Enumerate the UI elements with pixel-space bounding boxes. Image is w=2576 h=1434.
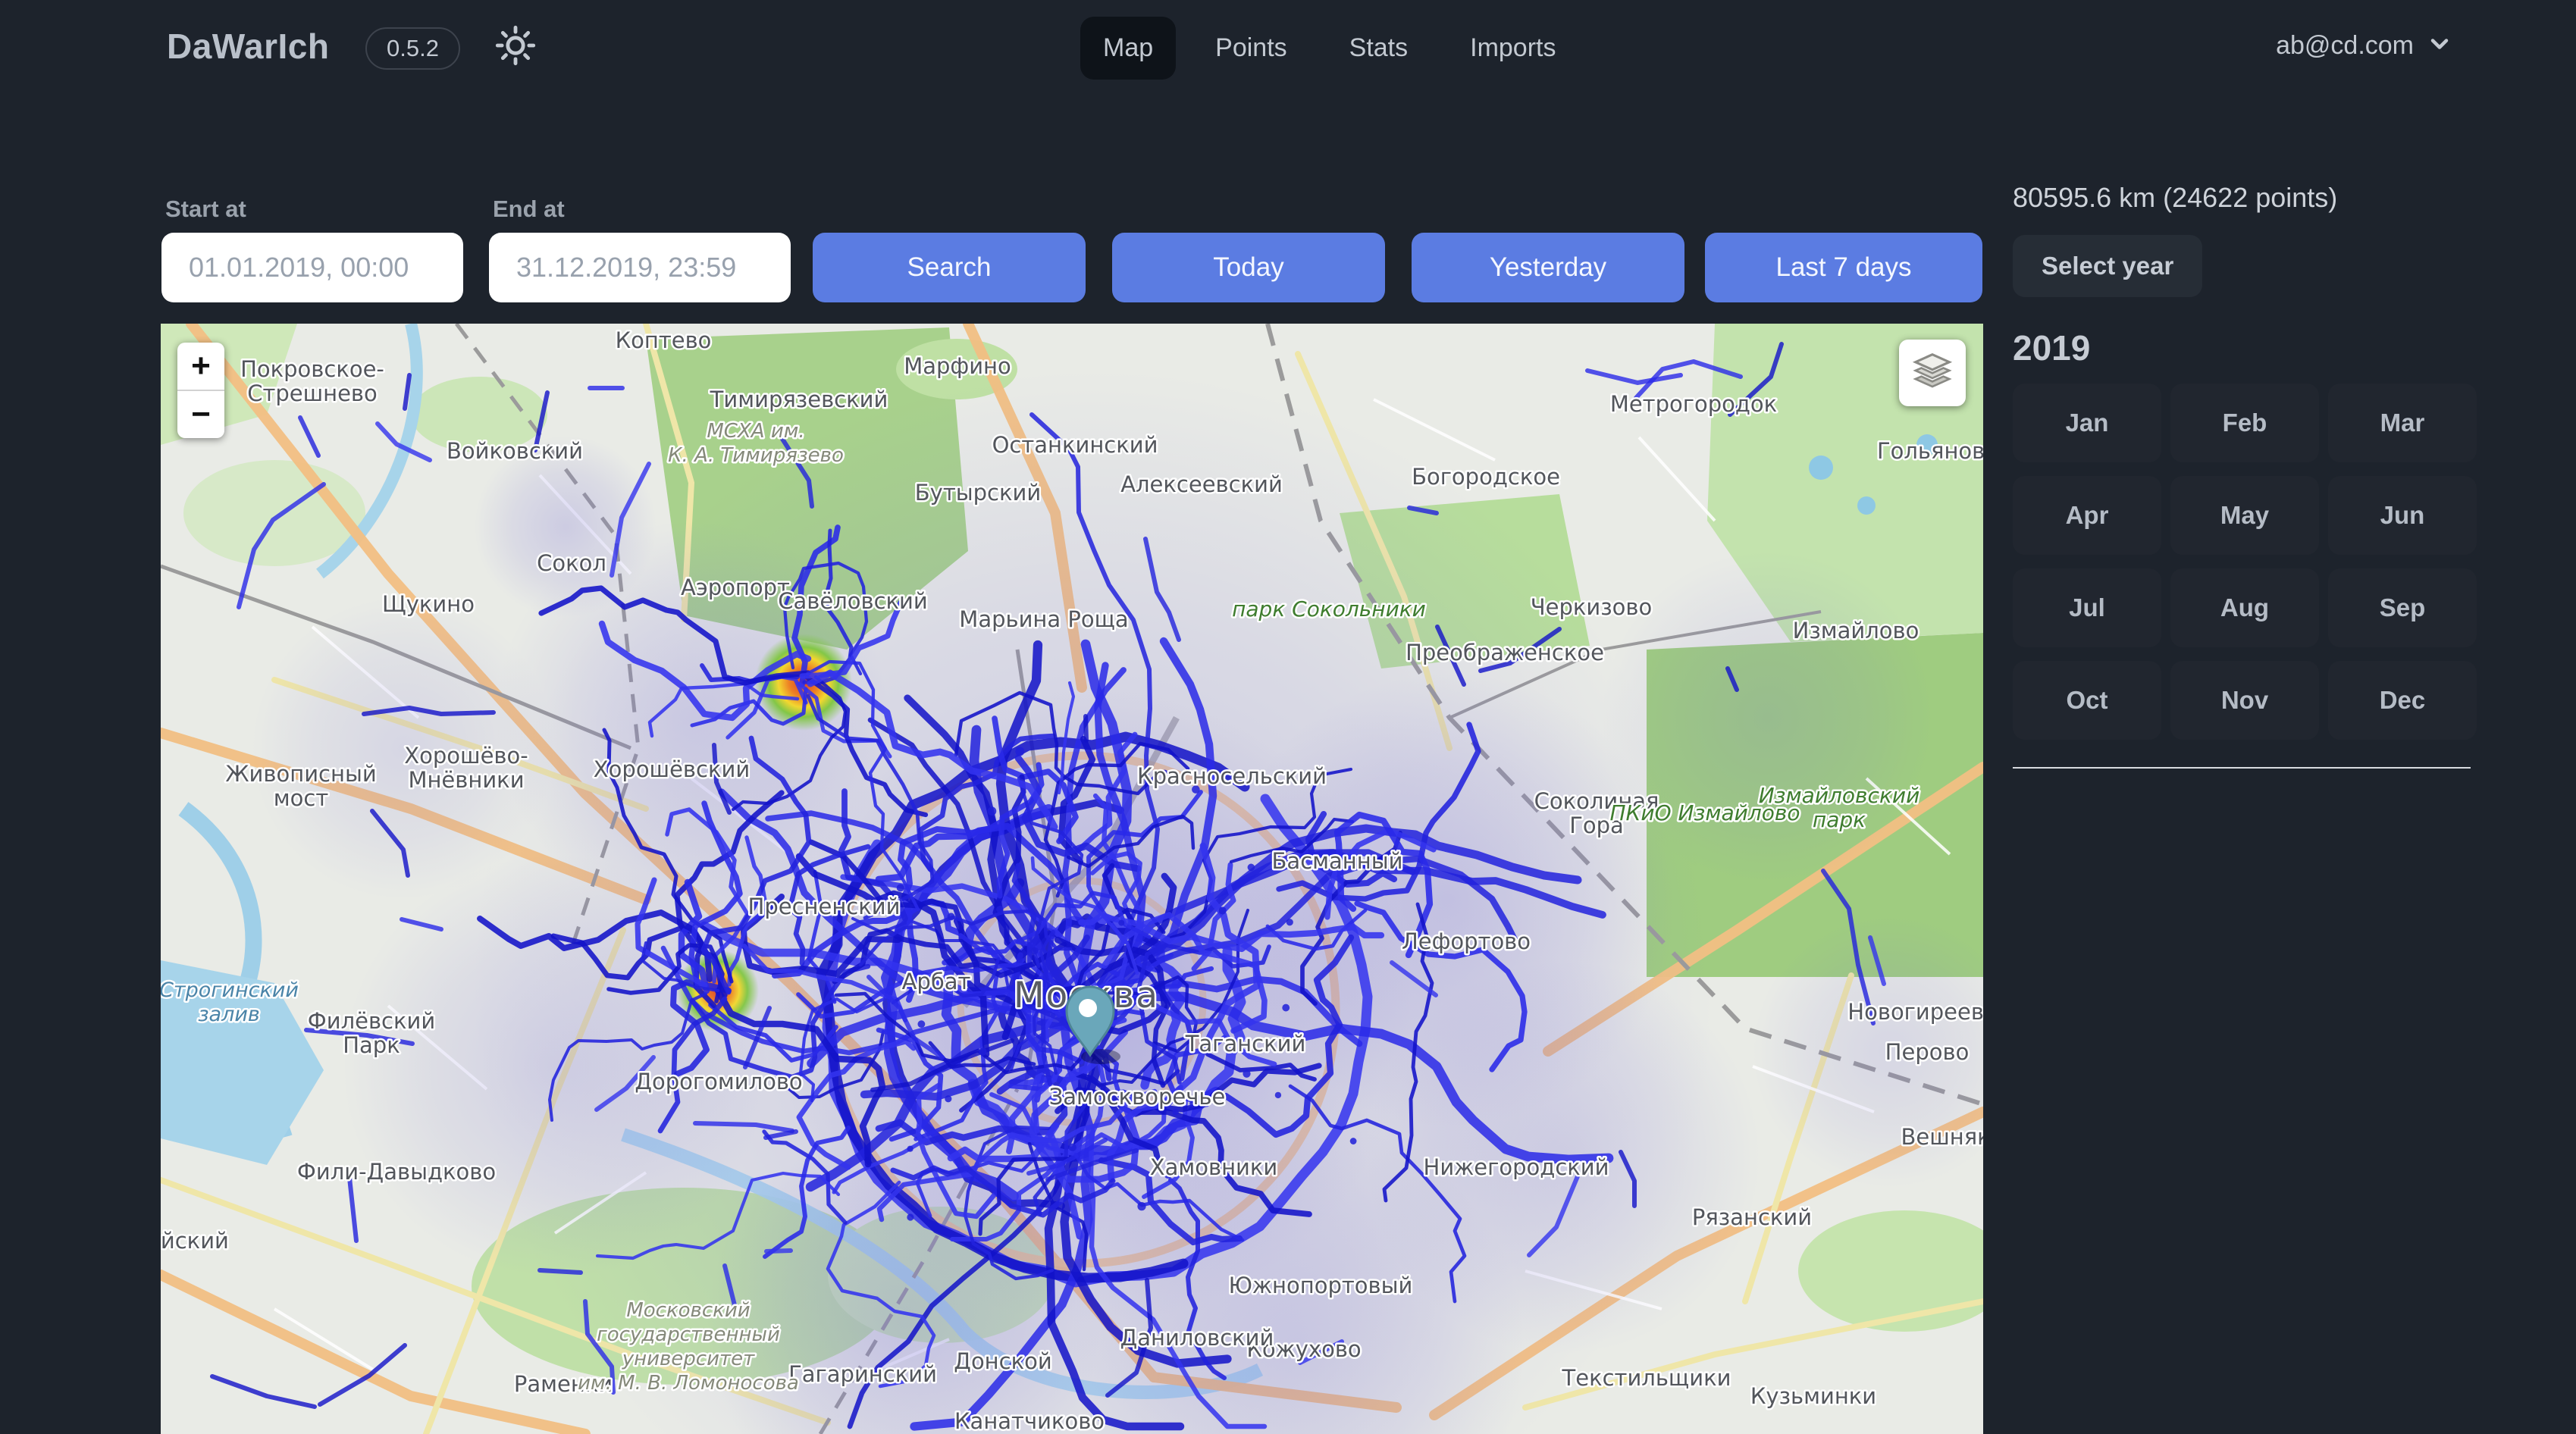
version-badge: 0.5.2 [365, 27, 460, 70]
map-label: Таганский [1185, 1031, 1306, 1057]
map-label: Войковский [447, 438, 583, 464]
month-button-oct[interactable]: Oct [2013, 661, 2161, 740]
map-label: Измайлово [1793, 618, 1919, 643]
tab-imports[interactable]: Imports [1447, 17, 1578, 80]
map-label: Метрогородок [1610, 391, 1777, 417]
map-label: Басманный [1272, 848, 1403, 874]
tab-points[interactable]: Points [1192, 17, 1310, 80]
map-label: Тимирязевский [710, 387, 888, 412]
map-label: Лефортово [1402, 928, 1531, 954]
month-button-mar[interactable]: Mar [2328, 384, 2477, 462]
map-label: Текстильщики [1562, 1365, 1731, 1391]
year-heading: 2019 [2013, 327, 2475, 368]
map-label: Аэропорт [681, 575, 790, 600]
map-canvas: Коптево Покровское-Стрешнево Тимирязевский… [161, 324, 1983, 1434]
map-label: Перово [1885, 1039, 1970, 1065]
map-label: Замоскворечье [1049, 1084, 1226, 1110]
end-at-input[interactable] [489, 233, 791, 302]
map-label: Сокол [537, 550, 606, 576]
map-label: Гагаринский [788, 1361, 937, 1387]
month-button-feb[interactable]: Feb [2170, 384, 2319, 462]
layers-control-button[interactable] [1899, 340, 1966, 406]
map-label: парк Сокольники [1232, 596, 1426, 622]
map-label: Рязанский [1692, 1204, 1812, 1230]
right-sidebar: 80595.6 km (24622 points) Select year 20… [2013, 182, 2475, 769]
tab-stats[interactable]: Stats [1327, 17, 1431, 80]
map-label: Преображенское [1406, 640, 1604, 665]
map-label: Арбат [902, 969, 971, 994]
map-label: Пресненский [748, 894, 901, 919]
month-button-jul[interactable]: Jul [2013, 568, 2161, 647]
map-label: Хорошёвский [594, 756, 750, 782]
main-nav: Map Points Stats Imports [1080, 17, 1578, 80]
map-label: Вешняки [1901, 1124, 1983, 1150]
map-label: Марьина Роща [959, 606, 1128, 632]
month-button-dec[interactable]: Dec [2328, 661, 2477, 740]
today-button[interactable]: Today [1112, 233, 1385, 302]
tab-map[interactable]: Map [1080, 17, 1176, 80]
map-label: Алексеевский [1120, 471, 1283, 497]
map-label: Покровское-Стрешнево [240, 356, 384, 406]
zoom-in-button[interactable]: + [177, 343, 224, 390]
map-label: Хамовники [1150, 1154, 1278, 1180]
map-label: Нижегородский [1424, 1154, 1609, 1180]
chevron-down-icon [2426, 30, 2453, 61]
map-label: Хорошёво-Мнёвники [404, 743, 528, 793]
month-button-may[interactable]: May [2170, 476, 2319, 555]
search-button[interactable]: Search [813, 233, 1086, 302]
account-email: ab@cd.com [2276, 31, 2414, 61]
map-zoom-control: + − [177, 343, 224, 438]
map-label: Останкинский [992, 432, 1158, 458]
top-navbar: DaWarIch 0.5.2 Map Points Stats Imports ab@… [0, 0, 2576, 93]
map-label: айский [161, 1228, 229, 1254]
distance-stats: 80595.6 km (24622 points) [2013, 182, 2475, 214]
end-at-label: End at [493, 196, 565, 223]
map-label: Дорогомилово [635, 1069, 802, 1094]
map-label: Коптево [616, 327, 712, 353]
sidebar-divider [2013, 767, 2471, 769]
map-label: Савёловский [778, 588, 927, 614]
map-label: Донской [954, 1348, 1051, 1374]
layers-icon [1910, 349, 1954, 397]
map-label: Гольяново [1877, 438, 1983, 464]
map-label: Южнопортовый [1229, 1273, 1413, 1298]
map-label: Канатчиково [954, 1408, 1105, 1434]
start-at-input[interactable] [161, 233, 463, 302]
zoom-out-button[interactable]: − [177, 391, 224, 438]
last-7-days-button[interactable]: Last 7 days [1705, 233, 1982, 302]
month-button-jan[interactable]: Jan [2013, 384, 2161, 462]
map-label: Новогиреево [1847, 999, 1983, 1025]
map-label: Фили-Давыдково [297, 1159, 496, 1185]
map-label: Красносельский [1137, 763, 1327, 789]
map-label: Черкизово [1531, 594, 1653, 620]
map-label: Бутырский [915, 480, 1041, 506]
yesterday-button[interactable]: Yesterday [1412, 233, 1684, 302]
select-year-button[interactable]: Select year [2013, 235, 2202, 297]
theme-toggle-button[interactable] [491, 23, 540, 71]
map-label: Щукино [382, 591, 475, 617]
month-button-jun[interactable]: Jun [2328, 476, 2477, 555]
map-label: Кузьминки [1750, 1383, 1876, 1409]
sun-icon [494, 23, 537, 71]
map-label: Марфино [904, 353, 1011, 379]
month-grid: JanFebMar AprMayJun JulAugSep OctNovDec [2013, 384, 2475, 740]
month-button-sep[interactable]: Sep [2328, 568, 2477, 647]
map-label: Даниловский [1120, 1325, 1274, 1351]
account-menu[interactable]: ab@cd.com [2276, 30, 2453, 61]
app-logo[interactable]: DaWarIch [167, 26, 329, 67]
map-label: Богородское [1412, 464, 1560, 490]
start-at-label: Start at [165, 196, 246, 223]
month-button-aug[interactable]: Aug [2170, 568, 2319, 647]
map[interactable]: Коптево Покровское-Стрешнево Тимирязевский… [161, 324, 1983, 1434]
month-button-apr[interactable]: Apr [2013, 476, 2161, 555]
month-button-nov[interactable]: Nov [2170, 661, 2319, 740]
